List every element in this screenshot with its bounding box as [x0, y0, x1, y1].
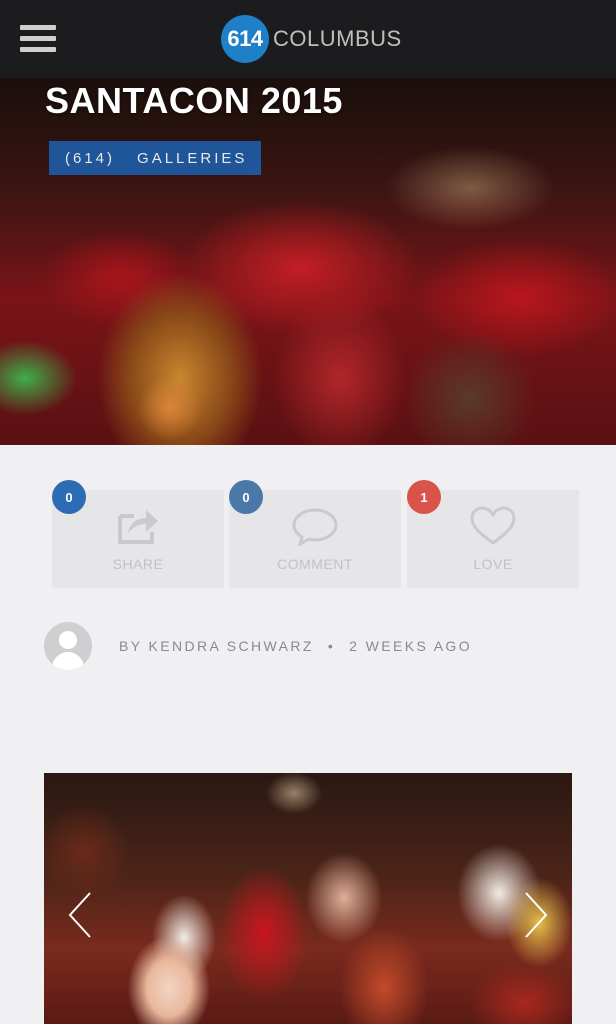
hero-photo: SANTACON 2015 (614) GALLERIES — [0, 78, 616, 445]
tag-614[interactable]: (614) — [65, 150, 115, 167]
chevron-right-icon[interactable] — [522, 891, 550, 939]
share-count-badge: 0 — [52, 480, 86, 514]
logo-badge: 614 — [221, 15, 269, 63]
comment-label: COMMENT — [277, 556, 353, 572]
heart-icon — [470, 506, 516, 545]
author-avatar[interactable] — [44, 622, 92, 670]
category-tags: (614) GALLERIES — [49, 141, 262, 175]
comment-icon — [292, 508, 338, 546]
share-label: SHARE — [112, 556, 164, 572]
article-byline: BY KENDRA SCHWARZ • 2 WEEKS AGO — [119, 638, 472, 654]
author-name[interactable]: BY KENDRA SCHWARZ — [119, 638, 314, 654]
site-logo[interactable]: 614 COLUMBUS — [221, 15, 402, 63]
share-icon — [118, 510, 158, 544]
love-count-badge: 1 — [407, 480, 441, 514]
comment-count-badge: 0 — [229, 480, 263, 514]
hamburger-menu-icon[interactable] — [20, 25, 56, 53]
publish-time: 2 WEEKS AGO — [349, 638, 473, 654]
chevron-left-icon[interactable] — [66, 891, 94, 939]
top-navigation-bar: 614 COLUMBUS — [0, 0, 616, 78]
article-title: SANTACON 2015 — [45, 80, 343, 121]
byline-separator: • — [327, 638, 336, 654]
logo-text: COLUMBUS — [273, 26, 402, 51]
love-label: LOVE — [473, 556, 513, 572]
tag-galleries[interactable]: GALLERIES — [137, 150, 247, 167]
gallery-slideshow[interactable] — [44, 773, 572, 1024]
